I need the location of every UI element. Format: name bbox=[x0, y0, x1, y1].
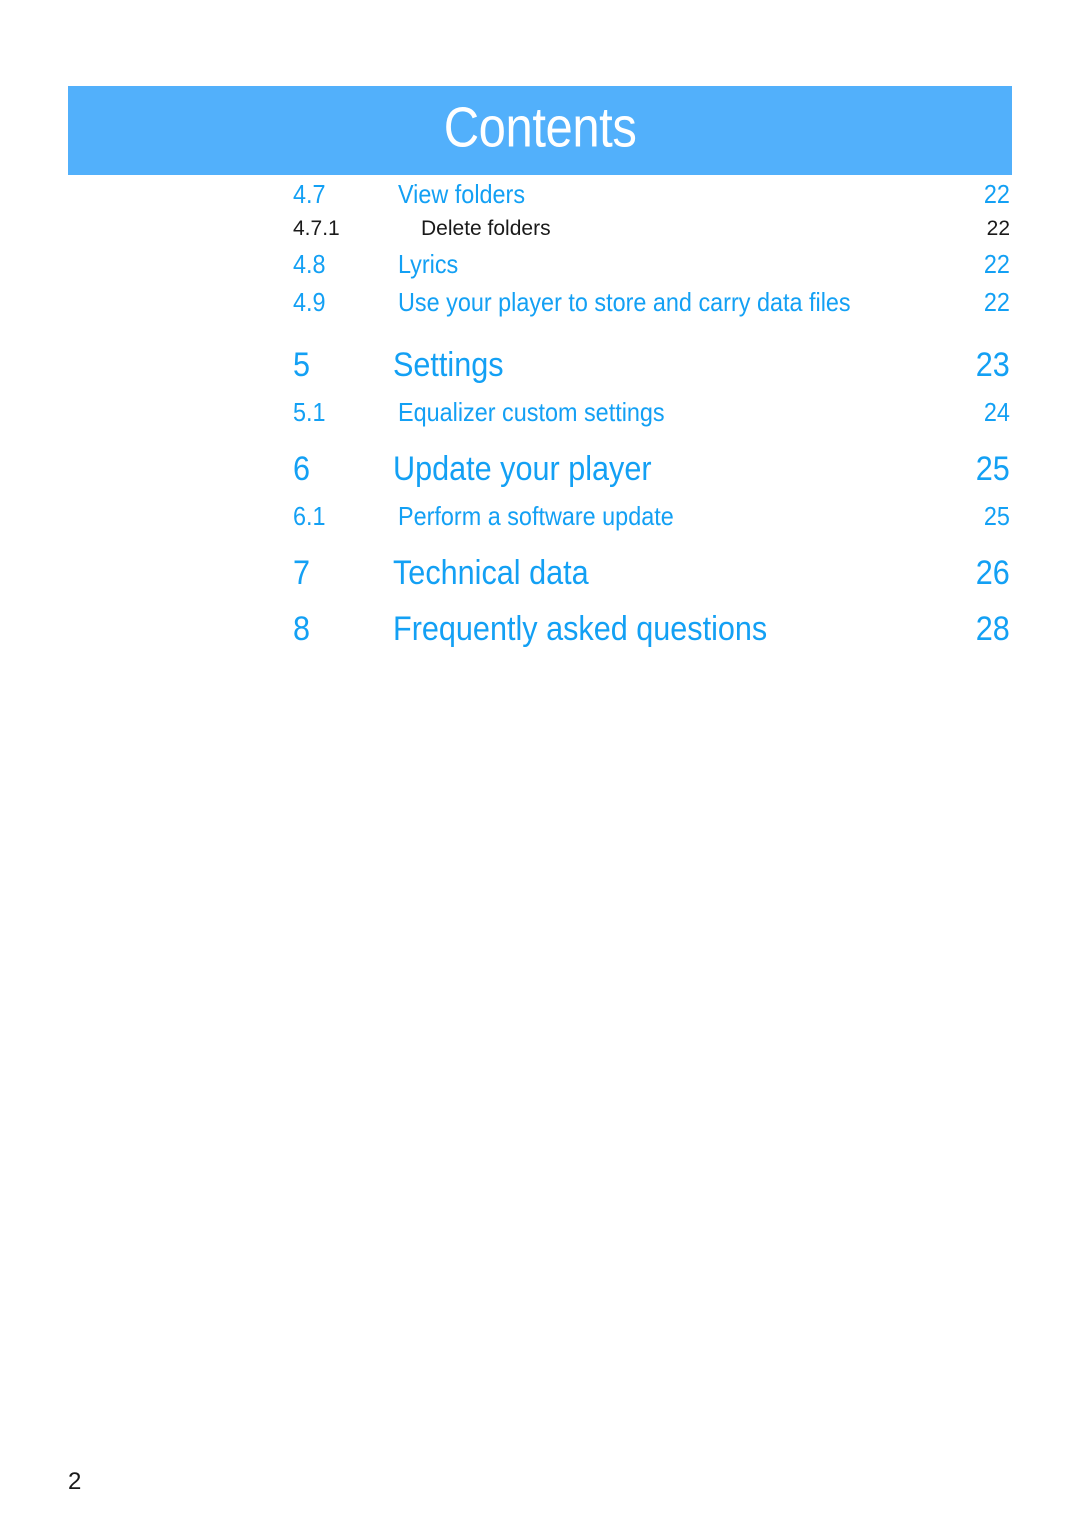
toc-entry[interactable]: 4.8 Lyrics 22 bbox=[293, 245, 1010, 283]
toc-entry[interactable]: 6.1 Perform a software update 25 bbox=[293, 497, 1010, 535]
toc-entry[interactable]: 4.9 Use your player to store and carry d… bbox=[293, 283, 1010, 321]
toc-entry-number: 4.7 bbox=[293, 179, 326, 209]
toc-entry-number: 4.8 bbox=[293, 249, 326, 279]
toc-entry[interactable]: 8 Frequently asked questions 28 bbox=[293, 601, 1010, 657]
toc-entry-number: 5 bbox=[293, 346, 311, 384]
toc-entry-number: 5.1 bbox=[293, 397, 326, 427]
toc-entry-number: 4.9 bbox=[293, 287, 326, 317]
toc-entry-page: 26 bbox=[975, 554, 1010, 592]
page-title: Contents bbox=[443, 94, 637, 159]
toc-entry[interactable]: 6 Update your player 25 bbox=[293, 441, 1010, 497]
toc-entry-number: 4.7.1 bbox=[293, 217, 340, 240]
toc-entry-page: 22 bbox=[983, 287, 1010, 317]
toc-entry-page: 22 bbox=[986, 217, 1010, 240]
footer-page-number: 2 bbox=[68, 1468, 82, 1495]
toc-entry[interactable]: 5 Settings 23 bbox=[293, 337, 1010, 393]
contents-header-banner: Contents bbox=[68, 86, 1012, 175]
toc-entry-title: Settings bbox=[393, 346, 504, 384]
toc-entry-title: View folders bbox=[398, 179, 526, 209]
toc-entry-page: 25 bbox=[975, 450, 1010, 488]
toc-entry-page: 28 bbox=[975, 610, 1010, 648]
toc-entry-number: 6 bbox=[293, 450, 311, 488]
toc-entry-page: 24 bbox=[983, 397, 1010, 427]
toc-entry[interactable]: 4.7.1 Delete folders 22 bbox=[293, 213, 1010, 245]
toc-entry[interactable]: 4.7 View folders 22 bbox=[293, 175, 1010, 213]
toc-entry-title: Perform a software update bbox=[398, 501, 674, 531]
toc-entry[interactable]: 7 Technical data 26 bbox=[293, 545, 1010, 601]
toc-entry-number: 8 bbox=[293, 610, 311, 648]
toc-entry-title: Update your player bbox=[393, 450, 652, 488]
table-of-contents: 4.7 View folders 22 4.7.1 Delete folders… bbox=[0, 175, 1080, 657]
toc-entry-page: 23 bbox=[975, 346, 1010, 384]
toc-entry-title: Lyrics bbox=[398, 249, 459, 279]
toc-entry-title: Delete folders bbox=[421, 217, 551, 240]
toc-entry[interactable]: 5.1 Equalizer custom settings 24 bbox=[293, 393, 1010, 431]
toc-entry-number: 6.1 bbox=[293, 501, 326, 531]
toc-entry-title: Equalizer custom settings bbox=[398, 397, 665, 427]
toc-entry-title: Use your player to store and carry data … bbox=[398, 287, 851, 317]
toc-entry-page: 25 bbox=[983, 501, 1010, 531]
toc-entry-page: 22 bbox=[983, 249, 1010, 279]
toc-entry-page: 22 bbox=[983, 179, 1010, 209]
toc-entry-title: Frequently asked questions bbox=[393, 610, 768, 648]
toc-entry-number: 7 bbox=[293, 554, 311, 592]
toc-entry-title: Technical data bbox=[393, 554, 589, 592]
